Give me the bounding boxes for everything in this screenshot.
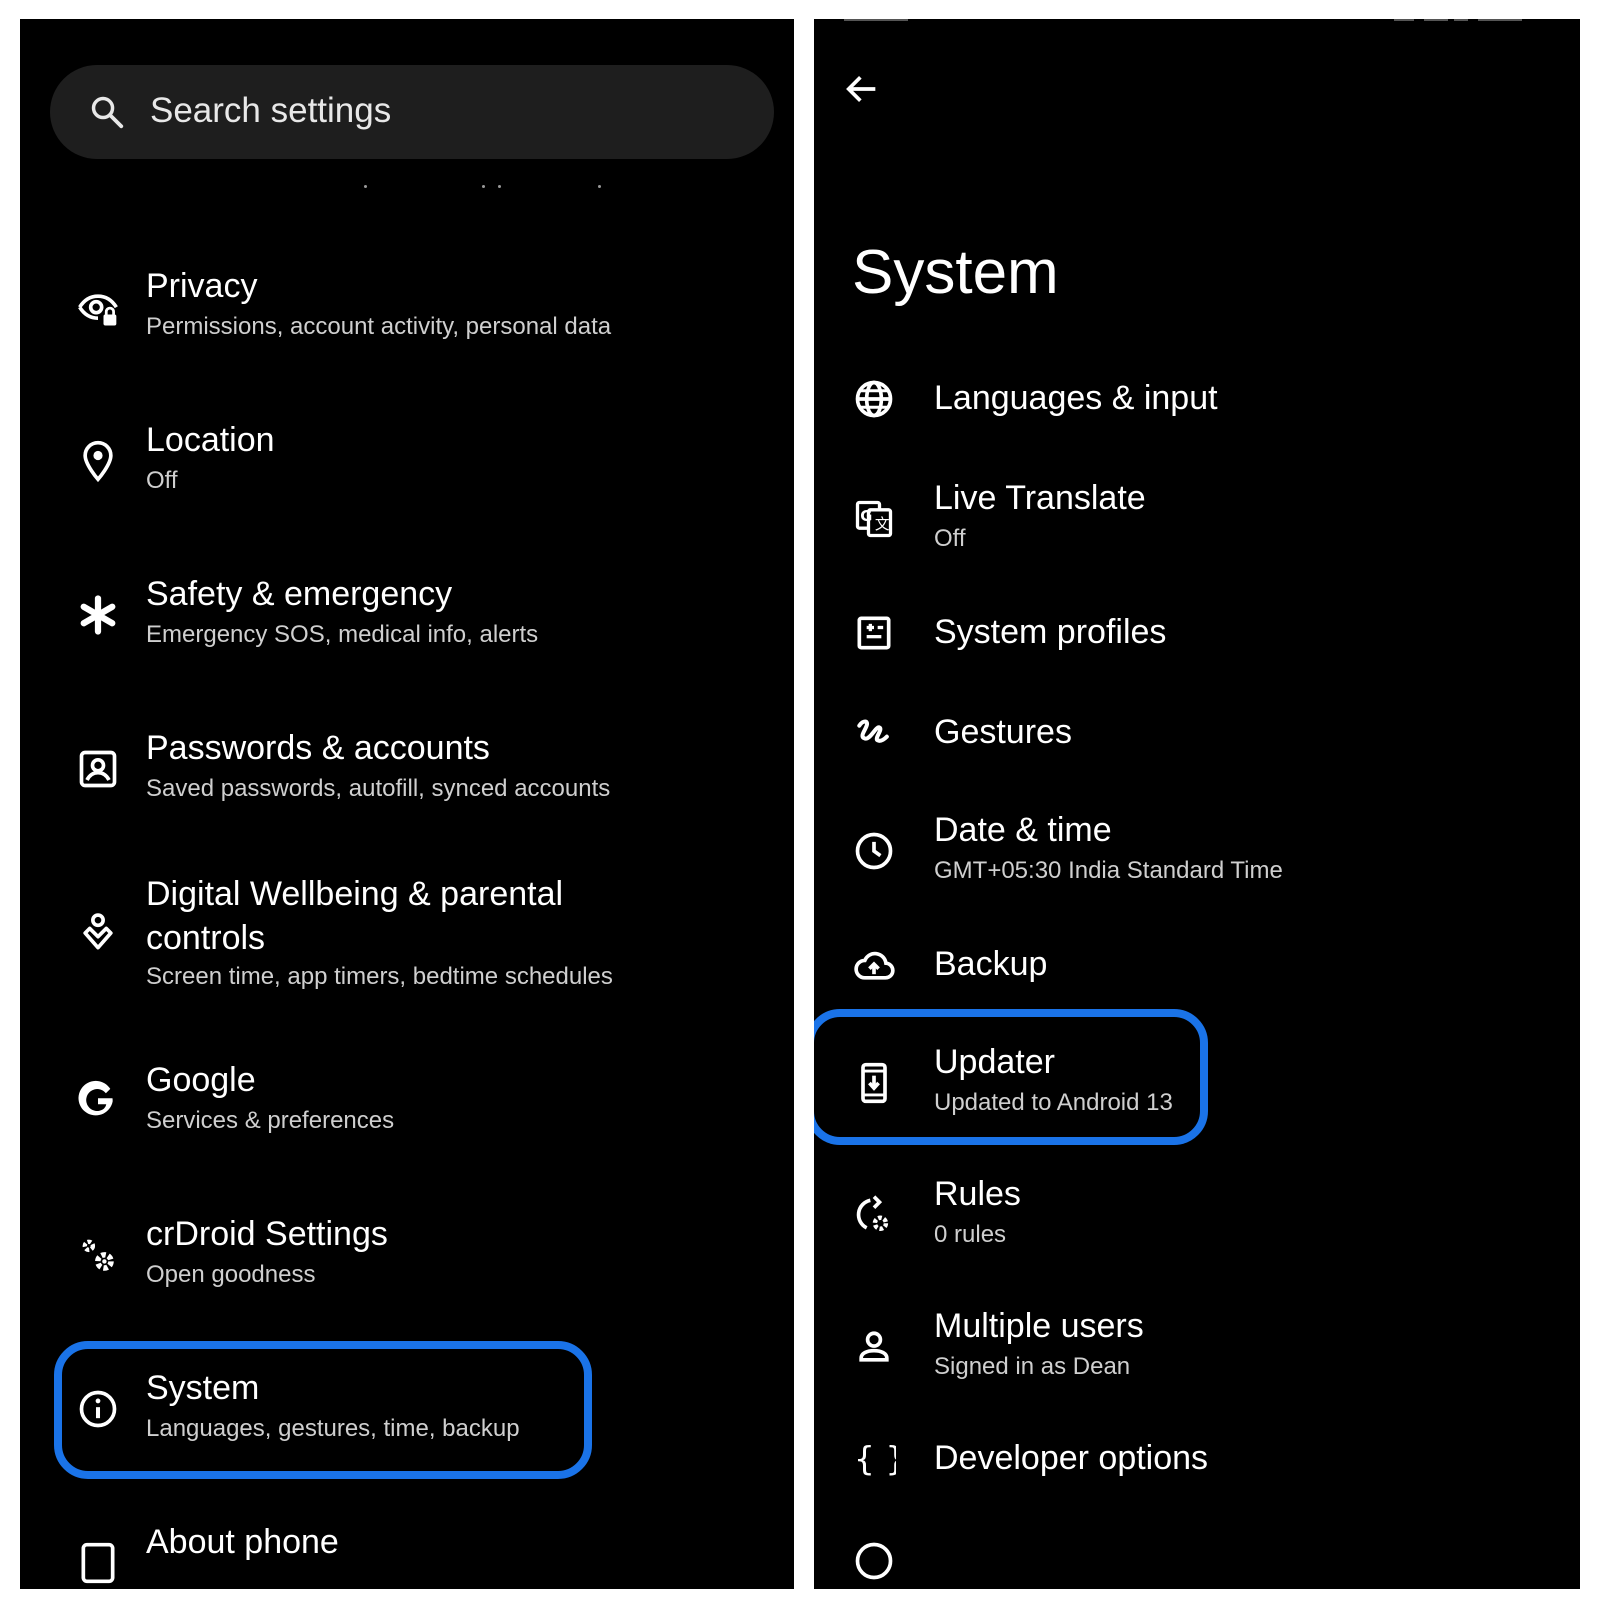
item-subtitle: GMT+05:30 India Standard Time — [934, 857, 1283, 884]
partial-icon — [852, 1539, 896, 1583]
page-title: System — [852, 238, 1059, 307]
globe-icon — [852, 377, 896, 421]
item-title: About phone — [146, 1523, 339, 1561]
item-subtitle: Open goodness — [146, 1261, 316, 1288]
clock-icon — [852, 829, 896, 873]
search-icon — [88, 93, 126, 131]
phone-icon — [76, 1541, 120, 1585]
info-icon — [76, 1387, 120, 1431]
svg-text:{ }: { } — [854, 1439, 896, 1478]
item-title: System profiles — [934, 613, 1167, 651]
asterisk-icon — [76, 593, 120, 637]
item-title: Developer options — [934, 1439, 1209, 1477]
item-title: Passwords & accounts — [146, 729, 490, 767]
item-subtitle: Emergency SOS, medical info, alerts — [146, 621, 539, 648]
status-bar-fragment — [1394, 19, 1524, 25]
item-subtitle: 0 rules — [934, 1221, 1007, 1248]
settings-item-privacy[interactable]: Privacy Permissions, account activity, p… — [20, 259, 794, 369]
item-subtitle: Permissions, account activity, personal … — [146, 313, 612, 340]
item-title: System — [146, 1369, 260, 1407]
search-input[interactable]: Search settings — [150, 91, 391, 131]
item-title: Rules — [934, 1175, 1021, 1213]
system-item-developer-options[interactable]: { } Developer options — [814, 1429, 1580, 1509]
item-subtitle: Signed in as Dean — [934, 1353, 1131, 1380]
system-item-system-profiles[interactable]: System profiles — [814, 603, 1580, 683]
braces-icon: { } — [852, 1437, 896, 1481]
profiles-icon — [852, 611, 896, 655]
system-item-updater[interactable]: Updater Updated to Android 13 — [814, 1035, 1580, 1145]
settings-item-google[interactable]: Google Services & preferences — [20, 1053, 794, 1163]
item-subtitle: Services & preferences — [146, 1107, 395, 1134]
eye-lock-icon — [76, 287, 120, 331]
item-subtitle: Screen time, app timers, bedtime schedul… — [146, 963, 613, 990]
google-g-icon — [76, 1079, 120, 1123]
system-item-rules[interactable]: Rules 0 rules — [814, 1167, 1580, 1277]
status-bar-fragment — [844, 19, 924, 25]
item-title: Location — [146, 421, 275, 459]
settings-item-location[interactable]: Location Off — [20, 413, 794, 523]
translate-icon: G文 — [852, 497, 896, 541]
svg-text:文: 文 — [875, 516, 890, 533]
account-box-icon — [76, 747, 120, 791]
location-pin-icon — [76, 439, 120, 483]
settings-item-about-phone[interactable]: About phone — [20, 1515, 794, 1589]
cloud-upload-icon — [852, 943, 896, 987]
system-update-icon — [852, 1061, 896, 1105]
system-item-gestures[interactable]: Gestures — [814, 703, 1580, 783]
item-title: Multiple users — [934, 1307, 1144, 1345]
system-item-backup[interactable]: Backup — [814, 935, 1580, 1015]
item-title: Google — [146, 1061, 256, 1099]
gears-icon — [76, 1233, 120, 1277]
system-item-date-time[interactable]: Date & time GMT+05:30 India Standard Tim… — [814, 803, 1580, 913]
settings-item-crdroid-settings[interactable]: crDroid Settings Open goodness — [20, 1207, 794, 1317]
item-subtitle: Off — [146, 467, 178, 494]
system-panel: System Languages & input G文 Live Transla… — [814, 19, 1580, 1589]
search-bar[interactable]: Search settings — [50, 65, 774, 159]
item-subtitle: Updated to Android 13 — [934, 1089, 1173, 1116]
system-item-live-translate[interactable]: G文 Live Translate Off — [814, 471, 1580, 581]
system-item-multiple-users[interactable]: Multiple users Signed in as Dean — [814, 1299, 1580, 1409]
item-subtitle: Languages, gestures, time, backup — [146, 1415, 520, 1442]
system-item-cut-off[interactable] — [814, 1529, 1580, 1589]
system-item-languages-input[interactable]: Languages & input — [814, 363, 1580, 443]
item-title: Updater — [934, 1043, 1055, 1081]
item-title: Safety & emergency — [146, 575, 453, 613]
settings-item-passwords-accounts[interactable]: Passwords & accounts Saved passwords, au… — [20, 721, 794, 831]
settings-panel: Search settings Privacy Permissions, acc… — [20, 19, 794, 1589]
item-title: crDroid Settings — [146, 1215, 388, 1253]
item-title: Backup — [934, 945, 1048, 983]
settings-item-digital-wellbeing[interactable]: Digital Wellbeing & parental controls Sc… — [20, 865, 794, 1005]
item-subtitle: Off — [934, 525, 966, 552]
item-title: Privacy — [146, 267, 258, 305]
item-title-line-2: controls — [146, 919, 266, 957]
item-title-line-1: Digital Wellbeing & parental — [146, 875, 564, 913]
settings-item-system[interactable]: System Languages, gestures, time, backup — [20, 1361, 794, 1471]
wellbeing-icon — [76, 911, 120, 955]
scroll-fade-dots — [20, 185, 794, 191]
item-title: Gestures — [934, 713, 1072, 751]
svg-text:G: G — [860, 508, 872, 525]
settings-item-safety-emergency[interactable]: Safety & emergency Emergency SOS, medica… — [20, 567, 794, 677]
rules-icon — [852, 1193, 896, 1237]
item-title: Live Translate — [934, 479, 1146, 517]
person-icon — [852, 1325, 896, 1369]
gesture-icon — [852, 711, 896, 755]
item-title: Languages & input — [934, 379, 1218, 417]
item-subtitle: Saved passwords, autofill, synced accoun… — [146, 775, 611, 802]
back-arrow-icon[interactable] — [842, 69, 882, 109]
item-title: Date & time — [934, 811, 1112, 849]
status-bar-fragment — [620, 19, 690, 25]
